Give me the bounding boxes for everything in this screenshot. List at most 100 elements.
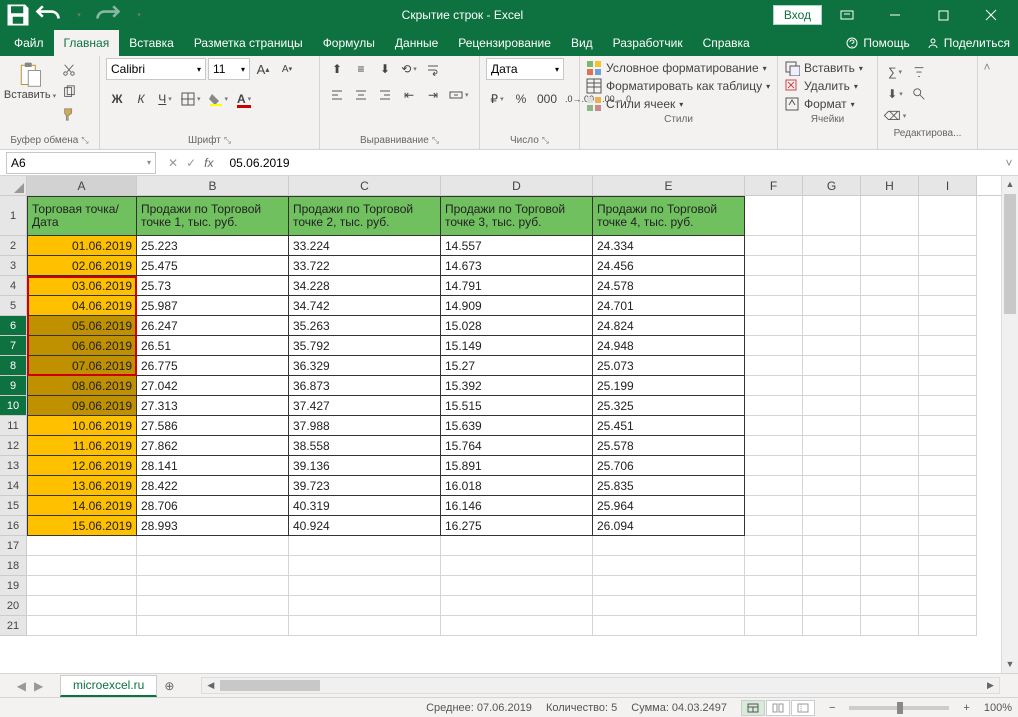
- row-header[interactable]: 10: [0, 396, 27, 416]
- cell[interactable]: 25.451: [593, 416, 745, 436]
- col-header-G[interactable]: G: [803, 176, 861, 195]
- row-header[interactable]: 14: [0, 476, 27, 496]
- format-as-table-button[interactable]: Форматировать как таблицу▾: [586, 78, 771, 94]
- cell[interactable]: 11.06.2019: [27, 436, 137, 456]
- view-page-break-icon[interactable]: [791, 700, 815, 716]
- cell[interactable]: [861, 476, 919, 496]
- col-header-E[interactable]: E: [593, 176, 745, 195]
- col-header-B[interactable]: B: [137, 176, 289, 195]
- copy-icon[interactable]: [58, 82, 80, 102]
- sheet-nav-prev-icon[interactable]: ◀: [17, 679, 26, 693]
- cell[interactable]: [919, 536, 977, 556]
- cell[interactable]: [861, 576, 919, 596]
- cell[interactable]: 16.146: [441, 496, 593, 516]
- view-normal-icon[interactable]: [741, 700, 765, 716]
- cell[interactable]: [803, 336, 861, 356]
- cell[interactable]: [289, 576, 441, 596]
- cell[interactable]: [745, 396, 803, 416]
- cell[interactable]: 06.06.2019: [27, 336, 137, 356]
- font-size-select[interactable]: 11▾: [208, 58, 250, 80]
- tab-home[interactable]: Главная: [54, 30, 120, 56]
- cell[interactable]: 14.06.2019: [27, 496, 137, 516]
- cell[interactable]: [593, 616, 745, 636]
- cell[interactable]: [861, 456, 919, 476]
- cell[interactable]: 03.06.2019: [27, 276, 137, 296]
- cell[interactable]: [861, 236, 919, 256]
- cell[interactable]: [803, 616, 861, 636]
- cell[interactable]: [861, 296, 919, 316]
- cell[interactable]: Торговая точка/Дата: [27, 196, 137, 236]
- cell[interactable]: [919, 196, 977, 236]
- cell[interactable]: [745, 616, 803, 636]
- align-center-icon[interactable]: [350, 84, 372, 106]
- cell[interactable]: [593, 576, 745, 596]
- cell[interactable]: [137, 616, 289, 636]
- cell[interactable]: [137, 536, 289, 556]
- orientation-icon[interactable]: ⟲: [398, 58, 420, 80]
- cell[interactable]: [745, 236, 803, 256]
- vertical-scrollbar[interactable]: ▲▼: [1001, 176, 1018, 673]
- cell[interactable]: [919, 376, 977, 396]
- percent-icon[interactable]: %: [510, 88, 532, 110]
- cell[interactable]: 02.06.2019: [27, 256, 137, 276]
- cell[interactable]: 25.578: [593, 436, 745, 456]
- row-header[interactable]: 18: [0, 556, 27, 576]
- cell[interactable]: [919, 276, 977, 296]
- row-header[interactable]: 4: [0, 276, 27, 296]
- cell[interactable]: [803, 236, 861, 256]
- font-color-button[interactable]: A: [233, 88, 255, 110]
- fx-icon[interactable]: fx: [204, 156, 213, 170]
- sheet-tab[interactable]: microexcel.ru: [60, 675, 157, 697]
- cell[interactable]: [861, 416, 919, 436]
- cell[interactable]: [441, 576, 593, 596]
- cell[interactable]: [441, 556, 593, 576]
- cell[interactable]: [803, 276, 861, 296]
- increase-indent-icon[interactable]: ⇥: [422, 84, 444, 106]
- row-header[interactable]: 11: [0, 416, 27, 436]
- share-button[interactable]: Поделиться: [918, 30, 1018, 56]
- tab-layout[interactable]: Разметка страницы: [184, 30, 313, 56]
- zoom-in-icon[interactable]: +: [963, 702, 969, 714]
- col-header-F[interactable]: F: [745, 176, 803, 195]
- cell[interactable]: 10.06.2019: [27, 416, 137, 436]
- cell[interactable]: 34.742: [289, 296, 441, 316]
- cell[interactable]: 01.06.2019: [27, 236, 137, 256]
- row-header[interactable]: 2: [0, 236, 27, 256]
- cell[interactable]: 39.723: [289, 476, 441, 496]
- cell[interactable]: 09.06.2019: [27, 396, 137, 416]
- cell[interactable]: [919, 556, 977, 576]
- undo-dropdown[interactable]: [64, 3, 92, 27]
- cell[interactable]: 15.639: [441, 416, 593, 436]
- cell[interactable]: [861, 196, 919, 236]
- cell[interactable]: 16.275: [441, 516, 593, 536]
- cell[interactable]: 15.149: [441, 336, 593, 356]
- cell[interactable]: [745, 516, 803, 536]
- cell[interactable]: [861, 616, 919, 636]
- cell[interactable]: 25.987: [137, 296, 289, 316]
- cell[interactable]: 33.224: [289, 236, 441, 256]
- cell[interactable]: [27, 536, 137, 556]
- cell[interactable]: 05.06.2019: [27, 316, 137, 336]
- cell[interactable]: [803, 596, 861, 616]
- cell[interactable]: 25.073: [593, 356, 745, 376]
- cell[interactable]: [803, 376, 861, 396]
- cell[interactable]: [803, 416, 861, 436]
- cell[interactable]: 14.673: [441, 256, 593, 276]
- cell[interactable]: 27.586: [137, 416, 289, 436]
- tab-data[interactable]: Данные: [385, 30, 448, 56]
- bold-button[interactable]: Ж: [106, 88, 128, 110]
- cell[interactable]: 27.042: [137, 376, 289, 396]
- cell[interactable]: 24.456: [593, 256, 745, 276]
- cut-icon[interactable]: [58, 60, 80, 80]
- cell[interactable]: [803, 456, 861, 476]
- col-header-I[interactable]: I: [919, 176, 977, 195]
- cell[interactable]: 25.475: [137, 256, 289, 276]
- wrap-text-icon[interactable]: [422, 58, 444, 80]
- cell[interactable]: 24.334: [593, 236, 745, 256]
- fill-icon[interactable]: ⬇: [884, 84, 906, 104]
- cell[interactable]: Продажи по Торговой точке 2, тыс. руб.: [289, 196, 441, 236]
- cell[interactable]: 25.706: [593, 456, 745, 476]
- cell[interactable]: [861, 436, 919, 456]
- cell[interactable]: [919, 596, 977, 616]
- tab-file[interactable]: Файл: [4, 30, 54, 56]
